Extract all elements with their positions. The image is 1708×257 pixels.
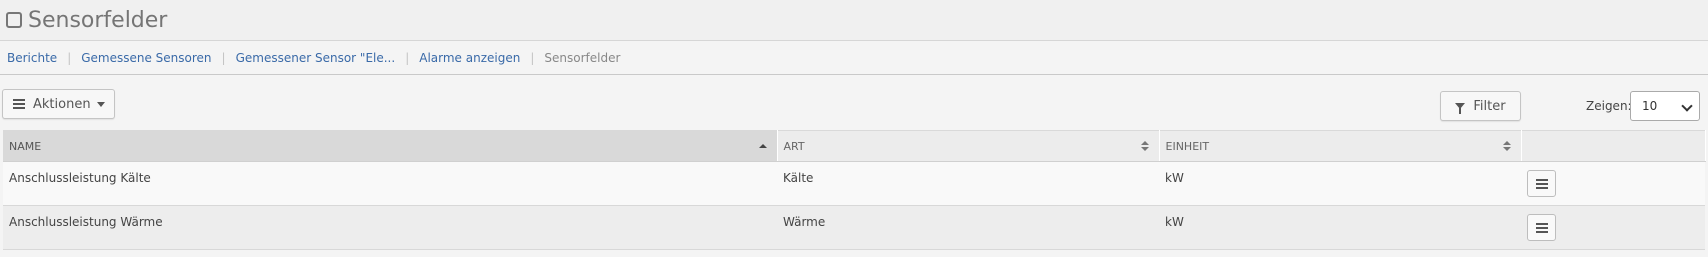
cell-art: Wärme [777,205,1159,250]
chevron-down-icon [1681,100,1693,112]
sort-icon [1140,141,1149,152]
menu-icon [1535,222,1548,233]
breadcrumb-link-berichte[interactable]: Berichte [7,51,57,65]
sort-ascending-icon [758,144,767,148]
breadcrumb-current: Sensorfelder [544,50,621,65]
filter-button-label: Filter [1473,98,1506,114]
sensor-fields-table: NAME ART EINHEIT Anschlussleistung Kälte… [3,130,1706,250]
cell-name: Anschlussleistung Kälte [3,161,777,206]
column-header-art[interactable]: ART [777,130,1160,162]
menu-icon [13,99,25,109]
cell-einheit: kW [1159,161,1521,206]
cell-actions [1521,205,1705,250]
sort-icon [1502,141,1511,152]
breadcrumb-link-gemessene-sensoren[interactable]: Gemessene Sensoren [81,51,211,65]
row-menu-button[interactable] [1527,214,1556,241]
table-row: Anschlussleistung Wärme Wärme kW [3,205,1705,250]
column-header-label: ART [783,139,805,153]
page-size-value: 10 [1642,99,1658,113]
breadcrumb-separator: | [530,50,535,65]
filter-icon [1455,103,1466,114]
column-header-einheit[interactable]: EINHEIT [1159,130,1522,162]
filter-button[interactable]: Filter [1440,91,1521,121]
caret-down-icon [96,101,105,107]
cell-art: Kälte [777,161,1159,206]
page-size-select[interactable]: 10 [1630,91,1700,121]
actions-button-label: Aktionen [33,96,91,112]
breadcrumb-link-alarme-anzeigen[interactable]: Alarme anzeigen [419,51,520,65]
page-size-label: Zeigen: [1586,99,1632,113]
table-row: Anschlussleistung Kälte Kälte kW [3,161,1705,206]
breadcrumb-separator: | [67,50,72,65]
breadcrumb-separator: | [405,50,410,65]
cell-name: Anschlussleistung Wärme [3,205,777,250]
column-header-label: NAME [9,139,42,153]
table-header-row: NAME ART EINHEIT [3,130,1706,162]
cell-einheit: kW [1159,205,1521,250]
column-header-actions [1521,130,1706,162]
page-header: Sensorfelder [0,0,1708,41]
breadcrumb: Berichte | Gemessene Sensoren | Gemessen… [0,41,1708,75]
row-menu-button[interactable] [1527,170,1556,197]
column-header-label: EINHEIT [1165,139,1210,153]
checkbox-icon [6,12,22,28]
breadcrumb-link-gemessener-sensor[interactable]: Gemessener Sensor "Ele... [236,51,396,65]
breadcrumb-separator: | [221,50,226,65]
toolbar: Aktionen Filter Zeigen: 10 [0,75,1708,130]
page-title: Sensorfelder [28,7,168,33]
actions-button[interactable]: Aktionen [2,89,115,119]
menu-icon [1535,178,1548,189]
column-header-name[interactable]: NAME [3,130,778,162]
cell-actions [1521,161,1705,206]
